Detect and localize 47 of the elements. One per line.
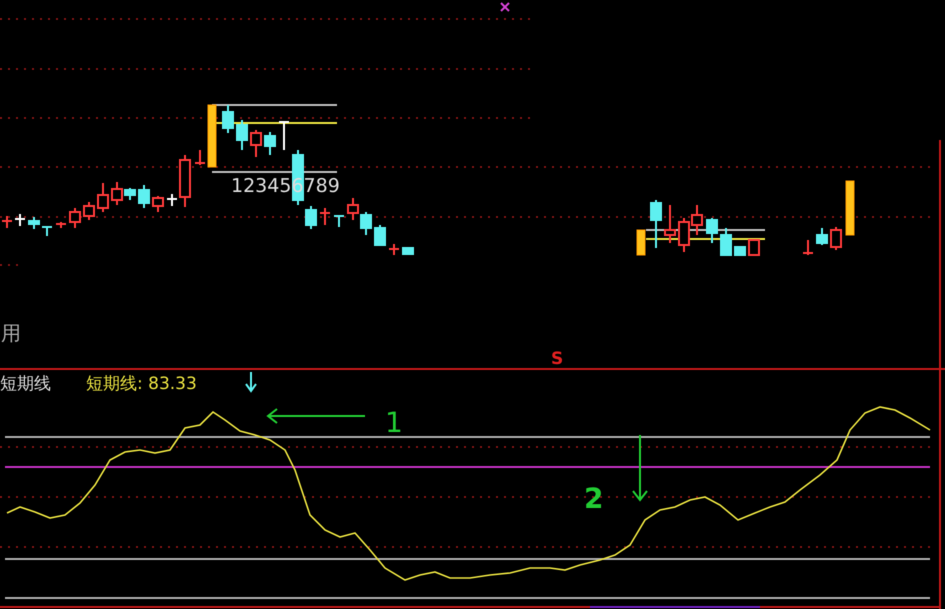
candlestick	[664, 205, 676, 243]
signal-bar	[636, 230, 646, 256]
candlestick	[803, 240, 813, 255]
down-arrow-icon	[245, 372, 257, 393]
candlestick	[69, 208, 81, 228]
candlestick	[179, 155, 191, 207]
candlestick	[42, 226, 52, 236]
candlestick	[28, 217, 40, 229]
candlestick	[250, 130, 262, 157]
candlestick	[691, 205, 703, 235]
candlestick	[360, 212, 372, 235]
down-arrow	[632, 435, 648, 502]
candlestick	[83, 202, 95, 220]
candlestick	[389, 244, 399, 255]
candlestick	[167, 194, 177, 206]
candlestick	[2, 216, 12, 228]
candlestick	[720, 228, 732, 256]
signal-bar	[846, 180, 854, 236]
candlestick	[347, 198, 359, 220]
sell-signal-label: S	[551, 349, 564, 368]
candlestick	[195, 150, 205, 165]
candlestick	[264, 132, 276, 155]
candlestick	[734, 246, 746, 256]
indicator-name: 短期线	[0, 374, 51, 394]
pane-label: 用	[1, 321, 21, 345]
candlestick	[816, 228, 828, 245]
candlestick	[15, 214, 25, 226]
candlestick	[402, 247, 414, 255]
candlestick	[97, 183, 109, 212]
annotation-label: 1	[385, 406, 403, 439]
candlestick	[706, 218, 718, 243]
cross-icon	[500, 2, 510, 12]
candlestick	[374, 225, 386, 246]
candlestick	[650, 200, 662, 248]
candlestick	[678, 218, 690, 252]
candlestick	[236, 120, 248, 150]
candlestick	[830, 227, 842, 250]
candlestick	[748, 239, 760, 256]
candlestick	[152, 196, 164, 212]
indicator-legend: 短期线: 83.33	[86, 374, 197, 394]
candlestick	[56, 222, 66, 228]
annotation-label: 2	[584, 482, 604, 515]
candlestick	[320, 208, 330, 225]
candlestick	[334, 215, 344, 227]
signal-bar	[208, 104, 216, 168]
candlestick	[222, 105, 234, 133]
candlestick	[279, 121, 289, 150]
